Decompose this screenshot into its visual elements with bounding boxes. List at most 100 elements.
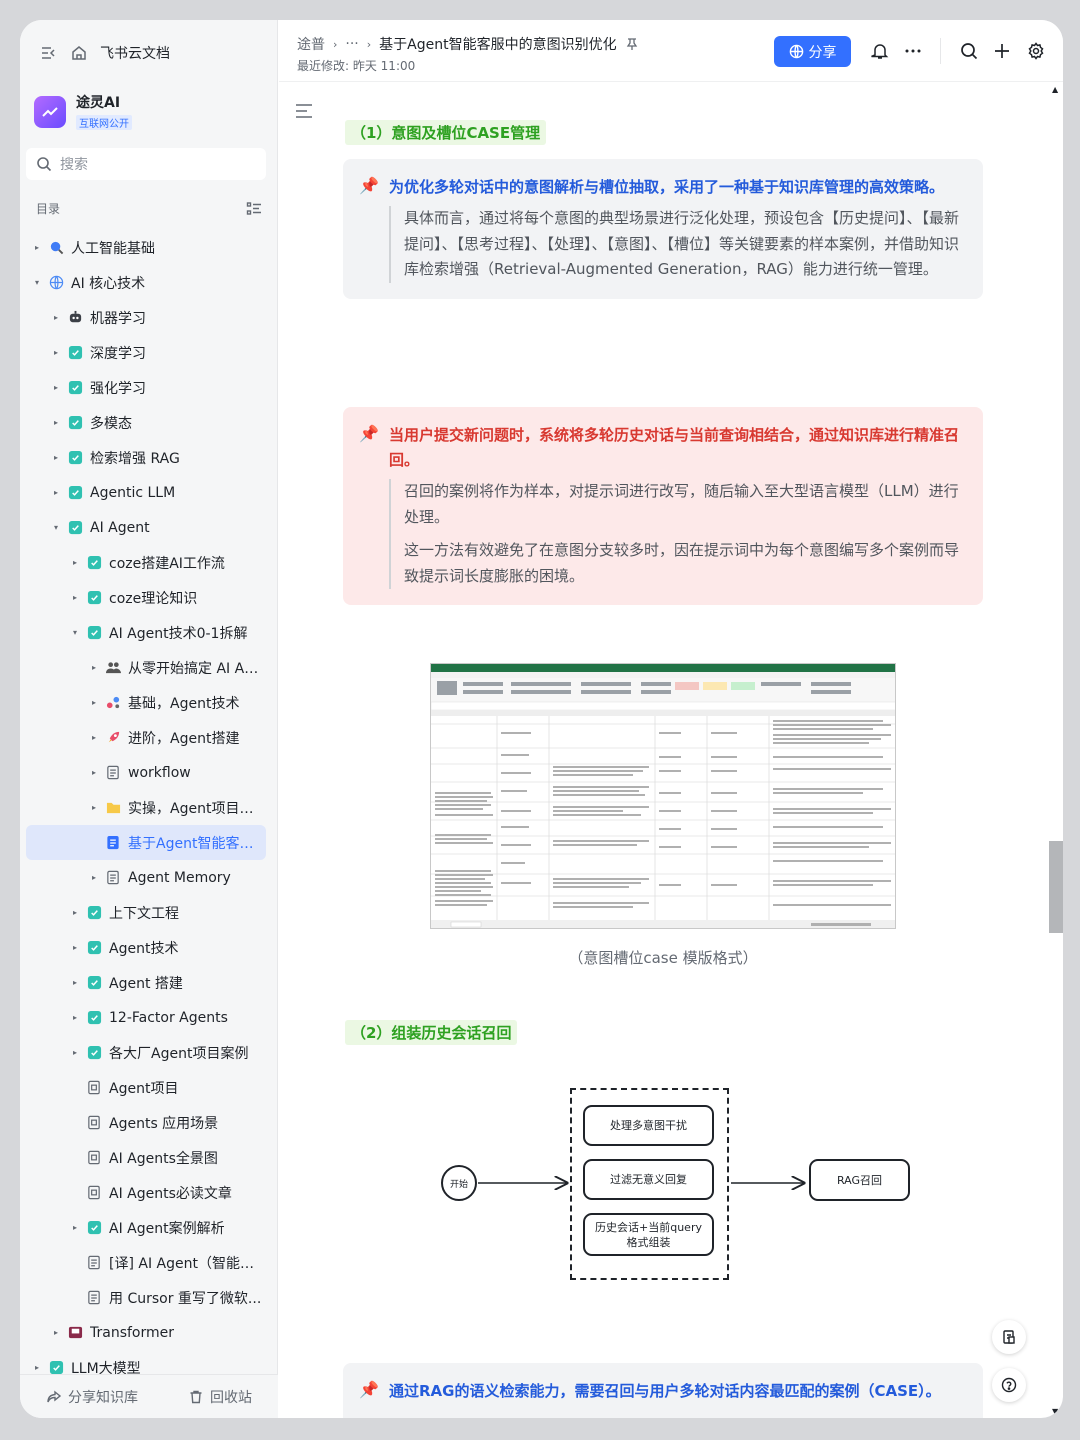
outline-toggle-icon[interactable] xyxy=(295,103,313,119)
sidebar-tree-item[interactable]: 用 Cursor 重写了微软... xyxy=(26,1280,266,1315)
sidebar-search[interactable]: 搜索 xyxy=(26,148,266,180)
breadcrumb-root[interactable]: 途普 xyxy=(297,34,325,54)
sidebar-tree-item[interactable]: ▸ 12-Factor Agents xyxy=(26,1000,266,1035)
sidebar-tree-item[interactable]: ▸ 机器学习 xyxy=(26,300,266,335)
more-icon[interactable] xyxy=(902,40,924,62)
sidebar-tree-item[interactable]: ▸ Agent 搭建 xyxy=(26,965,266,1000)
trash-button[interactable]: 回收站 xyxy=(188,1387,252,1407)
home-icon[interactable] xyxy=(70,44,88,62)
recall-flow-diagram[interactable]: 开始 处理多意图干扰 过滤无意义回复 历史会话+当前query格式组装 RAG召… xyxy=(417,1085,910,1285)
sidebar-tree-item[interactable]: ▸ 深度学习 xyxy=(26,335,266,370)
caret-right-icon[interactable]: ▸ xyxy=(30,243,44,252)
sidebar-tree-item[interactable]: ▸ Agent技术 xyxy=(26,930,266,965)
share-icon xyxy=(47,1390,62,1402)
sidebar-tree-item[interactable]: ▸ 各大厂Agent项目案例 xyxy=(26,1035,266,1070)
scroll-down-arrow-icon[interactable]: ▼ xyxy=(1052,1407,1058,1416)
plus-icon[interactable] xyxy=(991,40,1013,62)
sidebar-tree-item[interactable]: ▸ 从零开始搞定 AI Ag... xyxy=(26,650,266,685)
wiki-icon xyxy=(67,345,83,361)
caret-right-icon[interactable]: ▸ xyxy=(87,733,101,742)
caret-down-icon[interactable]: ▾ xyxy=(49,523,63,532)
sidebar-tree-item[interactable]: ▸ Agentic LLM xyxy=(26,475,266,510)
spreadsheet-template-image[interactable] xyxy=(430,663,896,929)
caret-right-icon[interactable]: ▸ xyxy=(68,1048,82,1057)
caret-right-icon[interactable]: ▸ xyxy=(49,383,63,392)
sidebar-tree-item[interactable]: ▸ Transformer xyxy=(26,1315,266,1350)
callout-body: 召回的案例将作为样本，对提示词进行改写，随后输入至大型语言模型（LLM）进行处理… xyxy=(389,479,967,589)
caret-right-icon[interactable]: ▸ xyxy=(49,453,63,462)
breadcrumb-current[interactable]: 基于Agent智能客服中的意图识别优化 xyxy=(379,34,616,54)
sidebar-tree-item[interactable]: ▸ 检索增强 RAG xyxy=(26,440,266,475)
space-header[interactable]: 途灵AI 互联网公开 xyxy=(34,92,132,131)
settings-gear-icon[interactable] xyxy=(1025,40,1047,62)
callout-title: 当用户提交新问题时，系统将多轮历史对话与当前查询相结合，通过知识库进行精准召回。 xyxy=(389,426,960,469)
caret-right-icon[interactable]: ▸ xyxy=(68,943,82,952)
share-button[interactable]: 分享 xyxy=(774,36,851,67)
sidebar-tree-item[interactable]: ▸ 基础，Agent技术 xyxy=(26,685,266,720)
sidebar-tree-item[interactable]: ▸ 强化学习 xyxy=(26,370,266,405)
caret-right-icon[interactable]: ▸ xyxy=(87,698,101,707)
caret-right-icon[interactable]: ▸ xyxy=(68,908,82,917)
flow-node-rag-recall: RAG召回 xyxy=(809,1159,910,1201)
help-button[interactable] xyxy=(992,1368,1026,1402)
caret-right-icon[interactable]: ▸ xyxy=(87,803,101,812)
caret-right-icon[interactable]: ▸ xyxy=(68,978,82,987)
sidebar-tree-item-label: coze理论知识 xyxy=(109,590,198,607)
sidebar-tree-item[interactable]: ▸ workflow xyxy=(26,755,266,790)
sidebar-tree-item[interactable]: [译] AI Agent（智能体... xyxy=(26,1245,266,1280)
caret-right-icon[interactable]: ▸ xyxy=(49,348,63,357)
caret-right-icon[interactable]: ▸ xyxy=(49,418,63,427)
sidebar-tree-item[interactable]: Agent项目 xyxy=(26,1070,266,1105)
sidebar-tree-item[interactable]: ▾ AI Agent xyxy=(26,510,266,545)
wiki-icon xyxy=(86,1220,102,1236)
caret-right-icon[interactable]: ▸ xyxy=(68,558,82,567)
sidebar-tree-item[interactable]: ▸ coze搭建AI工作流 xyxy=(26,545,266,580)
sidebar-tree-item[interactable]: AI Agents全景图 xyxy=(26,1140,266,1175)
sidebar-tree-item[interactable]: ▸ 人工智能基础 xyxy=(26,230,266,265)
sidebar-tree-item-label: Transformer xyxy=(90,1324,175,1341)
caret-right-icon[interactable]: ▸ xyxy=(68,1223,82,1232)
scroll-up-arrow-icon[interactable]: ▲ xyxy=(1052,85,1058,94)
sidebar-tree-item[interactable]: 基于Agent智能客服... xyxy=(26,825,266,860)
sidebar-tree-item[interactable]: ▸ 进阶，Agent搭建 xyxy=(26,720,266,755)
callout-title: 通过RAG的语义检索能力，需要召回与用户多轮对话内容最匹配的案例（CASE）。 xyxy=(389,1382,941,1400)
scrollbar-thumb[interactable] xyxy=(1049,841,1063,933)
caret-right-icon[interactable]: ▸ xyxy=(49,313,63,322)
callout-paragraph: 召回的案例将作为样本，对提示词进行改写，随后输入至大型语言模型（LLM）进行处理… xyxy=(404,482,959,526)
doc-action-button[interactable] xyxy=(992,1320,1026,1354)
caret-right-icon[interactable]: ▸ xyxy=(68,593,82,602)
caret-right-icon[interactable]: ▸ xyxy=(87,768,101,777)
toc-list-icon[interactable] xyxy=(246,201,262,217)
caret-down-icon[interactable]: ▾ xyxy=(68,628,82,637)
vertical-scrollbar[interactable]: ▲ ▼ xyxy=(1049,83,1063,1418)
toc-label: 目录 xyxy=(36,202,61,216)
sidebar-tree-item-label: 人工智能基础 xyxy=(71,240,155,257)
breadcrumb-more[interactable]: ··· xyxy=(345,36,358,52)
doc-header: 途普 › ··· › 基于Agent智能客服中的意图识别优化 最近修改: 昨天 … xyxy=(279,20,1063,82)
caret-right-icon[interactable]: ▸ xyxy=(30,1363,44,1372)
pin-icon[interactable] xyxy=(625,37,639,51)
share-space-button[interactable]: 分享知识库 xyxy=(46,1387,138,1407)
caret-right-icon[interactable]: ▸ xyxy=(49,1328,63,1337)
search-icon[interactable] xyxy=(958,40,980,62)
sidebar-tree-item[interactable]: ▾ AI Agent技术0-1拆解 xyxy=(26,615,266,650)
sidebar-tree-item[interactable]: AI Agents必读文章 xyxy=(26,1175,266,1210)
collapse-sidebar-icon[interactable] xyxy=(40,44,58,62)
sidebar-tree-item[interactable]: ▸ 上下文工程 xyxy=(26,895,266,930)
sidebar-tree-item[interactable]: ▸ coze理论知识 xyxy=(26,580,266,615)
sidebar-tree-item[interactable]: ▸ Agent Memory xyxy=(26,860,266,895)
sidebar-tree-item[interactable]: Agents 应用场景 xyxy=(26,1105,266,1140)
sidebar-tree-item[interactable]: ▸ 实操，Agent项目专项 xyxy=(26,790,266,825)
caret-down-icon[interactable]: ▾ xyxy=(30,278,44,287)
caret-right-icon[interactable]: ▸ xyxy=(87,873,101,882)
chevron-right-icon: › xyxy=(333,37,338,51)
copy-doc-icon xyxy=(1003,1330,1015,1344)
sidebar-tree-item[interactable]: ▸ 多模态 xyxy=(26,405,266,440)
home-title[interactable]: 飞书云文档 xyxy=(100,43,170,63)
caret-right-icon[interactable]: ▸ xyxy=(49,488,63,497)
bell-icon[interactable] xyxy=(869,40,891,62)
sidebar-tree-item[interactable]: ▾ AI 核心技术 xyxy=(26,265,266,300)
caret-right-icon[interactable]: ▸ xyxy=(68,1013,82,1022)
caret-right-icon[interactable]: ▸ xyxy=(87,663,101,672)
sidebar-tree-item[interactable]: ▸ AI Agent案例解析 xyxy=(26,1210,266,1245)
